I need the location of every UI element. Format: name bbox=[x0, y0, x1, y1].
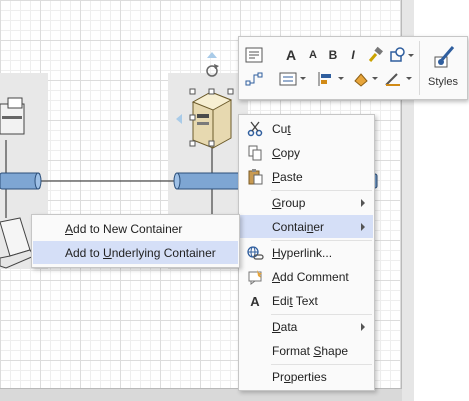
format-painter-icon[interactable] bbox=[365, 45, 385, 65]
menu-label: Properties bbox=[272, 370, 327, 384]
menu-label: Edit Text bbox=[272, 294, 318, 308]
ethernet-bus-right bbox=[173, 172, 246, 190]
menu-item-container[interactable]: Container bbox=[240, 215, 373, 238]
menu-label: Paste bbox=[272, 170, 303, 184]
submenu-arrow-icon bbox=[361, 323, 365, 331]
connector-icon[interactable] bbox=[244, 69, 264, 89]
auto-connect-left-icon bbox=[176, 114, 182, 124]
menu-item-copy[interactable]: Copy bbox=[240, 141, 373, 164]
menu-label: Add Comment bbox=[272, 270, 349, 284]
menu-item-data[interactable]: Data bbox=[240, 315, 373, 338]
ethernet-bus-left bbox=[0, 172, 42, 190]
copy-icon bbox=[246, 144, 264, 162]
align-text-dropdown-icon[interactable] bbox=[279, 69, 309, 89]
menu-label: Hyperlink... bbox=[272, 246, 333, 260]
submenu-arrow-icon bbox=[361, 223, 365, 231]
menu-label: Data bbox=[272, 320, 298, 334]
menu-label: Copy bbox=[272, 146, 301, 160]
menu-item-properties[interactable]: Properties bbox=[240, 365, 373, 388]
menu-item-paste[interactable]: Paste bbox=[240, 165, 373, 188]
bold-icon[interactable]: B bbox=[323, 45, 343, 65]
shrink-font-icon[interactable]: A bbox=[303, 45, 323, 65]
italic-icon[interactable]: I bbox=[343, 45, 363, 65]
paste-icon bbox=[246, 168, 264, 186]
scissors-icon bbox=[246, 120, 264, 138]
auto-connect-up-icon bbox=[207, 52, 217, 58]
hyperlink-icon bbox=[246, 244, 264, 262]
toolbar-divider bbox=[419, 41, 420, 95]
menu-item-group[interactable]: Group bbox=[240, 191, 373, 214]
printer-shape bbox=[0, 97, 25, 135]
menu-label: Add to New Container bbox=[65, 222, 183, 236]
menu-item-add-comment[interactable]: Add Comment bbox=[240, 265, 373, 288]
submenu-arrow-icon bbox=[361, 199, 365, 207]
context-menu: Cut Copy Paste Group Container Hyperlink… bbox=[238, 114, 375, 391]
container-submenu: Add to New Container Add to Underlying C… bbox=[31, 214, 240, 268]
menu-item-hyperlink[interactable]: Hyperlink... bbox=[240, 241, 373, 264]
text-block-icon[interactable] bbox=[244, 45, 264, 65]
edit-text-icon: A bbox=[250, 293, 260, 309]
menu-label: Format Shape bbox=[272, 344, 349, 358]
menu-item-format-shape[interactable]: Format Shape bbox=[240, 339, 373, 362]
mini-toolbar: A A B I Styles bbox=[238, 36, 468, 100]
line-dropdown-icon[interactable] bbox=[383, 69, 415, 89]
menu-label: Cut bbox=[272, 122, 291, 136]
comment-icon bbox=[246, 268, 264, 286]
menu-label: Container bbox=[272, 220, 325, 234]
position-dropdown-icon[interactable] bbox=[317, 69, 347, 89]
shapes-dropdown-icon[interactable] bbox=[389, 45, 415, 65]
styles-icon[interactable] bbox=[431, 43, 459, 71]
menu-item-cut[interactable]: Cut bbox=[240, 117, 373, 140]
menu-item-add-to-underlying-container[interactable]: Add to Underlying Container bbox=[33, 241, 238, 264]
rotate-handle-icon bbox=[206, 64, 219, 77]
menu-label: Add to Underlying Container bbox=[65, 246, 216, 260]
menu-item-add-to-new-container[interactable]: Add to New Container bbox=[33, 217, 238, 240]
grow-font-icon[interactable]: A bbox=[281, 45, 301, 65]
menu-label: Group bbox=[272, 196, 306, 210]
styles-label[interactable]: Styles bbox=[428, 76, 458, 88]
menu-item-edit-text[interactable]: A Edit Text bbox=[240, 289, 373, 312]
laptop-shape bbox=[0, 217, 35, 269]
fill-dropdown-icon[interactable] bbox=[351, 69, 381, 89]
server-shape bbox=[191, 91, 233, 149]
